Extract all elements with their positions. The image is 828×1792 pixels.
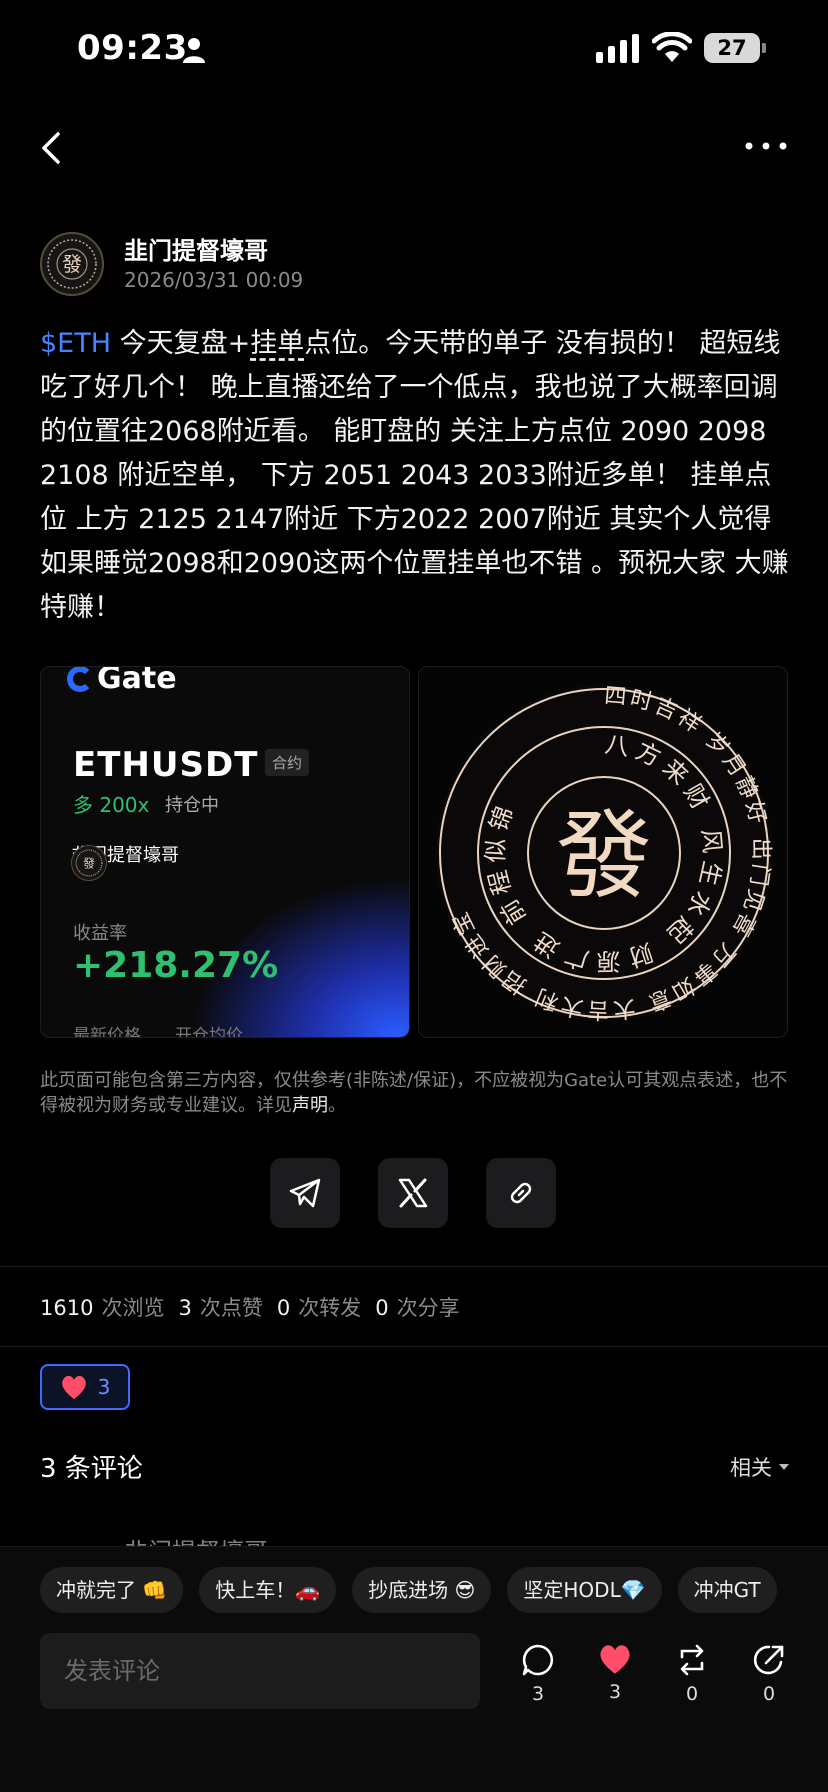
heart-icon bbox=[61, 1375, 86, 1399]
heart-filled-icon bbox=[600, 1645, 630, 1674]
share-icon bbox=[753, 1645, 784, 1675]
last-price-label: 最新价格 bbox=[73, 1026, 141, 1038]
wifi-icon bbox=[652, 32, 692, 62]
views-stat: 1610 次浏览 bbox=[40, 1292, 164, 1322]
comment-composer-panel: 冲就完了 👊 快上车！🚗 抄底进场 😎 坚定HODL💎 冲冲GT 发表评论 3 … bbox=[0, 1546, 828, 1792]
like-action-count: 3 bbox=[608, 1681, 622, 1703]
repost-action-count: 0 bbox=[685, 1683, 699, 1705]
disclaimer: 此页面可能包含第三方内容，仅供参考(非陈述/保证)，不应被视为Gate认可其观点… bbox=[40, 1068, 792, 1118]
like-chip-count: 3 bbox=[97, 1375, 111, 1399]
pnl-value: +218.27% bbox=[73, 945, 279, 986]
card-avatar: 發 bbox=[71, 845, 107, 881]
coin-tag-link[interactable]: $ETH bbox=[40, 328, 111, 359]
card-author: 發 韭门提督壕哥 bbox=[71, 841, 179, 881]
post-content: $ETH 今天复盘+挂单点位。今天带的单子 没有损的！ 超短线吃了好几个！ 晚上… bbox=[40, 322, 792, 630]
copy-link-button[interactable] bbox=[486, 1158, 556, 1228]
nav-bar bbox=[0, 110, 828, 180]
back-icon[interactable] bbox=[34, 128, 70, 168]
likes-label: 次点赞 bbox=[199, 1296, 263, 1320]
avatar-seal-icon: 發 bbox=[47, 239, 97, 289]
comment-bubble-icon bbox=[522, 1644, 554, 1676]
quick-reply-chip[interactable]: 冲就完了 👊 bbox=[40, 1567, 184, 1613]
statement-link[interactable]: 声明 bbox=[292, 1095, 328, 1116]
status-time: 09:23 bbox=[77, 28, 188, 68]
like-reaction-chip[interactable]: 3 bbox=[40, 1364, 130, 1410]
post-stats: 1610 次浏览 3 次点赞 0 次转发 0 次分享 bbox=[40, 1292, 460, 1322]
cellular-signal-icon bbox=[596, 34, 639, 63]
entry-price-label: 开仓均价 bbox=[175, 1026, 243, 1038]
comments-action-button[interactable]: 3 bbox=[516, 1643, 560, 1705]
shares-count: 0 bbox=[375, 1296, 389, 1320]
more-options-icon[interactable] bbox=[744, 136, 788, 156]
link-icon bbox=[510, 1182, 532, 1204]
comments-action-count: 3 bbox=[531, 1683, 545, 1705]
gate-brand-text: Gate bbox=[97, 666, 177, 696]
avatar-seal-icon: 發 bbox=[75, 849, 103, 877]
gate-logo-icon bbox=[67, 667, 93, 692]
quick-reply-chip[interactable]: 抄底进场 😎 bbox=[352, 1567, 492, 1613]
pnl-label: 收益率 bbox=[73, 923, 127, 944]
fortune-talisman-icon: 四时吉祥 岁月静好 出门见喜 万事如意 大吉大利 招财进宝 八方来财 风生水起 … bbox=[436, 684, 772, 1022]
contract-badge: 合约 bbox=[265, 749, 310, 776]
post-text-a: 今天复盘+ bbox=[111, 328, 251, 359]
views-label: 次浏览 bbox=[101, 1296, 165, 1320]
x-logo-icon bbox=[398, 1178, 428, 1208]
trade-share-image[interactable]: Gate ETHUSDT 合约 多 200x 持仓中 發 韭门提督壕哥 收益率 … bbox=[40, 666, 410, 1038]
repost-action-button[interactable]: 0 bbox=[670, 1643, 714, 1705]
sort-label: 相关 bbox=[730, 1456, 772, 1480]
position-direction: 多 200x bbox=[73, 793, 150, 817]
post-timestamp: 2026/03/31 00:09 bbox=[124, 268, 304, 292]
caret-down-icon bbox=[779, 1464, 789, 1470]
comments-header: 3 条评论 相关 bbox=[40, 1448, 790, 1488]
svg-text:發: 發 bbox=[83, 856, 95, 870]
share-action-count: 0 bbox=[762, 1683, 776, 1705]
post-text-b: 点位。今天带的单子 没有损的！ 超短线吃了好几个！ 晚上直播还给了一个低点，我也… bbox=[40, 328, 789, 623]
reposts-count: 0 bbox=[276, 1296, 291, 1320]
likes-stat: 3 次点赞 bbox=[178, 1292, 262, 1322]
battery-level: 27 bbox=[704, 33, 760, 63]
gate-logo: Gate bbox=[67, 666, 177, 696]
share-action-button[interactable]: 0 bbox=[747, 1643, 791, 1705]
comment-sort-select[interactable]: 相关 bbox=[730, 1452, 790, 1482]
comments-count: 3 条评论 bbox=[40, 1454, 143, 1484]
battery-icon: 27 bbox=[704, 33, 766, 63]
comment-input[interactable]: 发表评论 bbox=[40, 1633, 480, 1709]
quick-reply-chips: 冲就完了 👊 快上车！🚗 抄底进场 😎 坚定HODL💎 冲冲GT bbox=[40, 1567, 828, 1613]
trading-pair: ETHUSDT bbox=[73, 745, 259, 785]
divider bbox=[0, 1346, 828, 1347]
disclaimer-end: 。 bbox=[328, 1095, 346, 1116]
post-images: Gate ETHUSDT 合约 多 200x 持仓中 發 韭门提督壕哥 收益率 … bbox=[40, 666, 788, 1038]
repost-icon bbox=[680, 1644, 704, 1676]
quick-reply-chip[interactable]: 冲冲GT bbox=[677, 1567, 777, 1613]
order-term-link[interactable]: 挂单 bbox=[250, 328, 304, 359]
quick-reply-chip[interactable]: 快上车！🚗 bbox=[199, 1567, 337, 1613]
talisman-image[interactable]: 四时吉祥 岁月静好 出门见喜 万事如意 大吉大利 招财进宝 八方来财 风生水起 … bbox=[418, 666, 788, 1038]
likes-count: 3 bbox=[178, 1296, 192, 1320]
telegram-icon bbox=[289, 1178, 321, 1208]
views-count: 1610 bbox=[40, 1296, 94, 1320]
position-status: 持仓中 bbox=[165, 795, 219, 816]
x-share-button[interactable] bbox=[378, 1158, 448, 1228]
quick-reply-chip[interactable]: 坚定HODL💎 bbox=[507, 1567, 662, 1613]
like-action-button[interactable]: 3 bbox=[593, 1643, 637, 1703]
shares-label: 次分享 bbox=[396, 1296, 460, 1320]
avatar[interactable]: 發 bbox=[40, 232, 104, 296]
shares-stat: 0 次分享 bbox=[375, 1292, 459, 1322]
person-icon bbox=[183, 38, 205, 63]
svg-text:發: 發 bbox=[62, 252, 82, 276]
reposts-stat: 0 次转发 bbox=[277, 1292, 361, 1322]
telegram-share-button[interactable] bbox=[270, 1158, 340, 1228]
reposts-label: 次转发 bbox=[298, 1296, 362, 1320]
talisman-center-text: 發 bbox=[556, 800, 652, 912]
author-name[interactable]: 韭门提督壕哥 bbox=[124, 231, 268, 266]
status-bar: 09:23 27 bbox=[0, 0, 828, 100]
share-row bbox=[270, 1158, 560, 1228]
disclaimer-text: 此页面可能包含第三方内容，仅供参考(非陈述/保证)，不应被视为Gate认可其观点… bbox=[40, 1070, 788, 1116]
post-author[interactable]: 發 韭门提督壕哥 2026/03/31 00:09 bbox=[40, 228, 800, 298]
divider bbox=[0, 1266, 828, 1267]
